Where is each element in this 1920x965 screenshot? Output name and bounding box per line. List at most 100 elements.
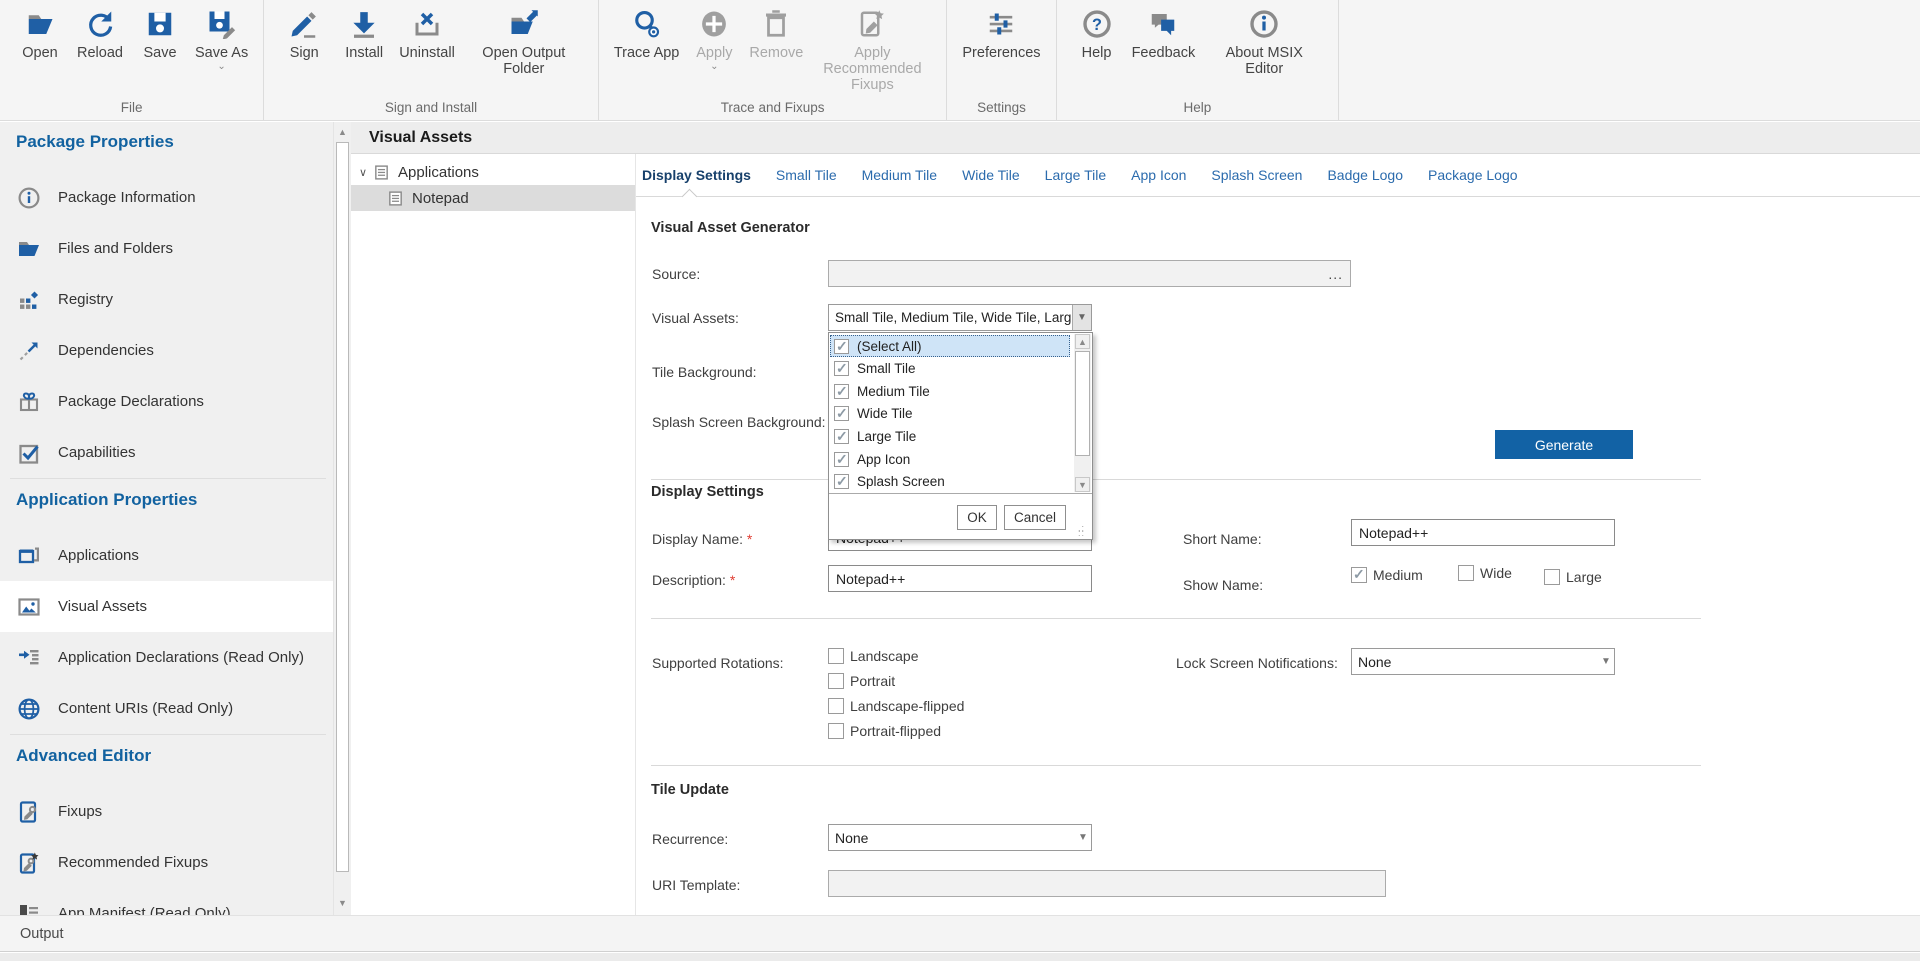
- reload-icon: [83, 7, 117, 41]
- sidebar-item-app-manifest-read-only[interactable]: App Manifest (Read Only): [0, 888, 334, 915]
- checkbox-icon[interactable]: [834, 474, 849, 489]
- ribbon-group-label: Sign and Install: [268, 98, 594, 120]
- sidebar-item-package-declarations[interactable]: Package Declarations: [0, 376, 334, 427]
- checkbox-icon[interactable]: [828, 673, 844, 689]
- description-input[interactable]: [828, 565, 1092, 592]
- sidebar-item-recommended-fixups[interactable]: Recommended Fixups: [0, 837, 334, 888]
- sidebar-item-visual-assets[interactable]: Visual Assets: [0, 581, 334, 632]
- remove-trash-icon: [759, 7, 793, 41]
- dropdown-option-splash-screen[interactable]: Splash Screen: [830, 471, 1070, 493]
- sidebar-item-registry[interactable]: Registry: [0, 274, 334, 325]
- chevron-down-icon[interactable]: ⌄: [217, 62, 225, 71]
- dropdown-option-small-tile[interactable]: Small Tile: [830, 358, 1070, 380]
- tab-small-tile[interactable]: Small Tile: [776, 167, 837, 183]
- preferences-sliders-icon: [984, 7, 1018, 41]
- dropdown-scrollbar[interactable]: ▲ ▼: [1074, 334, 1091, 492]
- sidebar-item-application-declarations-read-only[interactable]: Application Declarations (Read Only): [0, 632, 334, 683]
- preferences-button[interactable]: Preferences: [962, 7, 1040, 61]
- sign-button[interactable]: Sign: [279, 7, 329, 61]
- sidebar-item-fixups[interactable]: Fixups: [0, 786, 334, 837]
- tab-display-settings[interactable]: Display Settings: [642, 167, 751, 183]
- resize-grip[interactable]: .:::: [1078, 526, 1090, 538]
- source-input[interactable]: ...: [828, 260, 1351, 287]
- chevron-down-icon[interactable]: ∨: [359, 166, 373, 179]
- checkbox-icon[interactable]: [834, 452, 849, 467]
- tab-splash-screen[interactable]: Splash Screen: [1211, 167, 1302, 183]
- sidebar-heading-application-properties: Application Properties: [16, 490, 197, 510]
- checkbox-icon[interactable]: [828, 698, 844, 714]
- ok-button[interactable]: OK: [957, 505, 997, 530]
- tab-app-icon[interactable]: App Icon: [1131, 167, 1186, 183]
- sidebar-item-files-and-folders[interactable]: Files and Folders: [0, 223, 334, 274]
- cancel-button[interactable]: Cancel: [1004, 505, 1066, 530]
- about-msix-editor-button[interactable]: About MSIX Editor: [1205, 7, 1323, 77]
- checkbox-wide[interactable]: Wide: [1458, 565, 1512, 581]
- dropdown-option-large-tile[interactable]: Large Tile: [830, 425, 1070, 447]
- scroll-down-icon[interactable]: ▼: [1075, 477, 1090, 492]
- dropdown-option-app-icon[interactable]: App Icon: [830, 448, 1070, 470]
- sidebar-scrollbar-thumb[interactable]: [336, 142, 349, 872]
- dropdown-scrollbar-thumb[interactable]: [1075, 351, 1090, 456]
- checkbox-icon[interactable]: [828, 648, 844, 664]
- lock-screen-combo[interactable]: None ▼: [1351, 648, 1615, 675]
- apply-recommended-fixups-button[interactable]: Apply Recommended Fixups: [813, 7, 931, 93]
- install-button[interactable]: Install: [339, 7, 389, 61]
- checkbox-icon[interactable]: [1351, 567, 1367, 583]
- sidebar-item-label: Applications: [58, 547, 139, 564]
- dropdown-option-select-all[interactable]: (Select All): [830, 335, 1070, 357]
- scroll-up-icon[interactable]: ▲: [335, 124, 350, 140]
- tree-node-applications[interactable]: ∨ Applications: [351, 160, 635, 185]
- sidebar-item-dependencies[interactable]: Dependencies: [0, 325, 334, 376]
- open-output-folder-button[interactable]: Open Output Folder: [465, 7, 583, 77]
- open-button[interactable]: Open: [15, 7, 65, 61]
- save-button[interactable]: Save: [135, 7, 185, 61]
- reload-button[interactable]: Reload: [75, 7, 125, 61]
- feedback-button[interactable]: Feedback: [1132, 7, 1196, 61]
- tree-node-notepad[interactable]: Notepad: [351, 185, 635, 211]
- scroll-up-icon[interactable]: ▲: [1075, 334, 1090, 349]
- dropdown-option-wide-tile[interactable]: Wide Tile: [830, 403, 1070, 425]
- checkbox-medium[interactable]: Medium: [1351, 567, 1423, 583]
- tab-wide-tile[interactable]: Wide Tile: [962, 167, 1020, 183]
- visual-assets-combo[interactable]: Small Tile, Medium Tile, Wide Tile, Larg…: [828, 304, 1092, 331]
- source-label: Source:: [652, 266, 700, 282]
- checkbox-landscape[interactable]: Landscape: [828, 648, 919, 664]
- apply-button[interactable]: Apply⌄: [689, 7, 739, 71]
- trace-app-button[interactable]: Trace App: [614, 7, 680, 61]
- checkbox-icon[interactable]: [828, 723, 844, 739]
- checkbox-portrait[interactable]: Portrait: [828, 673, 895, 689]
- sidebar-scrollbar[interactable]: ▲ ▼: [333, 122, 350, 915]
- sidebar-item-applications[interactable]: Applications: [0, 530, 334, 581]
- uri-template-input[interactable]: [828, 870, 1386, 897]
- tab-package-logo[interactable]: Package Logo: [1428, 167, 1518, 183]
- help-button[interactable]: ?Help: [1072, 7, 1122, 61]
- scroll-down-icon[interactable]: ▼: [335, 895, 350, 911]
- uninstall-button[interactable]: Uninstall: [399, 7, 455, 61]
- checkbox-icon[interactable]: [834, 406, 849, 421]
- checkbox-portrait-flipped[interactable]: Portrait-flipped: [828, 723, 941, 739]
- checkbox-icon[interactable]: [834, 339, 849, 354]
- output-bar[interactable]: Output: [0, 915, 1920, 952]
- recurrence-combo[interactable]: None ▼: [828, 824, 1092, 851]
- sidebar-item-capabilities[interactable]: Capabilities: [0, 427, 334, 478]
- dropdown-option-medium-tile[interactable]: Medium Tile: [830, 380, 1070, 402]
- save-as-button[interactable]: Save As⌄: [195, 7, 248, 71]
- generate-button[interactable]: Generate: [1495, 430, 1633, 459]
- chevron-down-icon[interactable]: ▼: [1072, 305, 1091, 330]
- checkbox-icon[interactable]: [1544, 569, 1560, 585]
- checkbox-icon[interactable]: [1458, 565, 1474, 581]
- tab-badge-logo[interactable]: Badge Logo: [1327, 167, 1403, 183]
- tab-large-tile[interactable]: Large Tile: [1045, 167, 1106, 183]
- short-name-input[interactable]: [1351, 519, 1615, 546]
- tab-medium-tile[interactable]: Medium Tile: [862, 167, 937, 183]
- checkbox-icon[interactable]: [834, 361, 849, 376]
- sidebar-item-content-uris-read-only[interactable]: Content URIs (Read Only): [0, 683, 334, 734]
- checkbox-icon[interactable]: [834, 429, 849, 444]
- checkbox-landscape-flipped[interactable]: Landscape-flipped: [828, 698, 964, 714]
- remove-button[interactable]: Remove: [749, 7, 803, 61]
- sidebar-item-package-information[interactable]: Package Information: [0, 172, 334, 223]
- browse-button[interactable]: ...: [1328, 266, 1343, 282]
- checkbox-icon[interactable]: [834, 384, 849, 399]
- checkbox-large[interactable]: Large: [1544, 569, 1602, 585]
- chevron-down-icon[interactable]: ⌄: [710, 62, 718, 71]
